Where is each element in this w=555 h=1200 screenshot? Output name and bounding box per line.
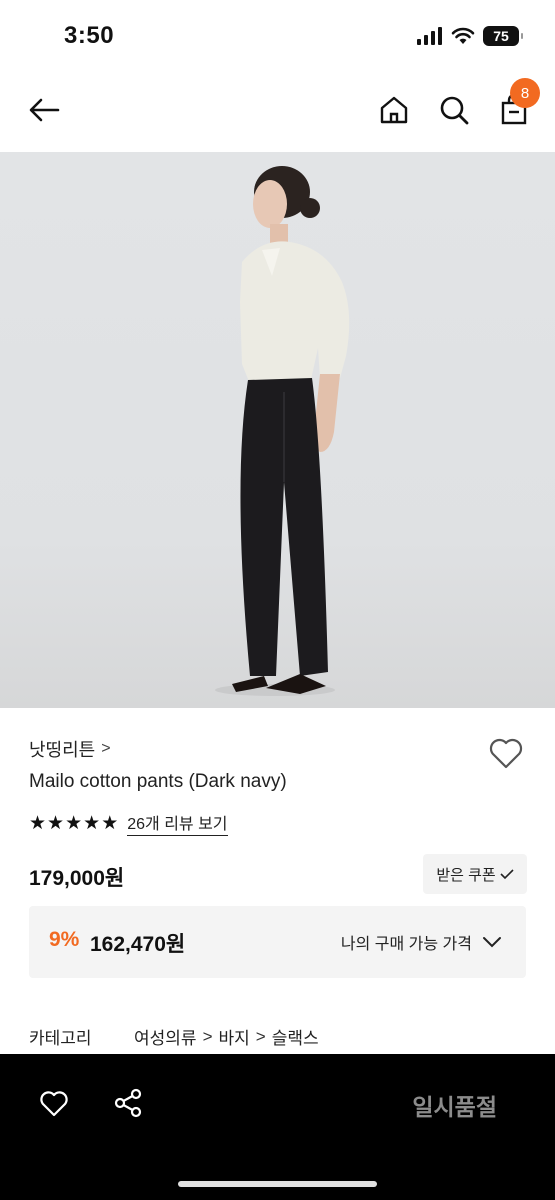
star-icon: ★ <box>29 812 47 834</box>
category-breadcrumb: 여성의류 > 바지 > 슬랙스 <box>134 1024 319 1049</box>
chevron-right-icon: > <box>202 1026 213 1046</box>
review-link[interactable]: 26개 리뷰 보기 <box>127 810 228 836</box>
chevron-right-icon: > <box>255 1026 266 1046</box>
rating-row: ★ ★ ★ ★ ★ 26개 리뷰 보기 <box>29 810 228 836</box>
star-icon: ★ <box>47 812 65 834</box>
brand-name: 낫띵리튼 <box>29 740 96 760</box>
price-original: 179,000원 <box>29 867 125 890</box>
heart-icon[interactable] <box>487 734 525 772</box>
star-icon: ★ <box>83 812 101 834</box>
product-name: Mailo cotton pants (Dark navy) <box>29 771 287 792</box>
status-time: 3:50 <box>64 22 115 49</box>
discount-price-box[interactable]: 9% 162,470원 나의 구매 가능 가격 <box>29 906 526 978</box>
bottom-action-bar: 일시품절 <box>0 1054 555 1200</box>
chevron-down-icon <box>483 937 501 948</box>
battery-icon: 75 <box>483 26 523 46</box>
category-label: 카테고리 <box>29 1029 92 1048</box>
soldout-button[interactable]: 일시품절 <box>412 1088 497 1122</box>
product-image[interactable] <box>0 152 555 708</box>
brand-link[interactable]: 낫띵리튼 > <box>29 736 111 762</box>
wifi-icon <box>451 27 475 44</box>
model-figure <box>215 166 350 696</box>
check-icon <box>500 869 514 880</box>
coupon-button[interactable]: 받은 쿠폰 <box>423 854 527 894</box>
discount-rate: 9% <box>49 928 80 951</box>
my-price-toggle[interactable]: 나의 구매 가능 가격 <box>341 930 502 954</box>
nav-bar <box>0 72 555 150</box>
star-icon: ★ <box>65 812 83 834</box>
status-icons: 75 <box>417 26 523 46</box>
search-icon[interactable] <box>436 92 472 128</box>
my-price-label: 나의 구매 가능 가격 <box>340 936 472 953</box>
coupon-label: 받은 쿠폰 <box>436 866 496 884</box>
category-item[interactable]: 여성의류 <box>134 1024 197 1049</box>
chevron-right-icon: > <box>101 740 111 757</box>
signal-icon <box>417 27 442 45</box>
wishlist-heart-icon[interactable] <box>38 1087 70 1119</box>
category-item[interactable]: 바지 <box>219 1024 250 1049</box>
category-item[interactable]: 슬랙스 <box>272 1024 319 1049</box>
star-icon: ★ <box>101 812 119 834</box>
cart-count-badge: 8 <box>510 78 540 108</box>
home-indicator <box>178 1181 377 1187</box>
home-icon[interactable] <box>376 92 412 128</box>
discount-price: 162,470원 <box>90 933 186 956</box>
status-bar: 3:50 75 <box>0 0 555 70</box>
back-arrow-icon[interactable] <box>26 92 62 128</box>
category-row: 카테고리 여성의류 > 바지 > 슬랙스 <box>29 1024 319 1049</box>
share-icon[interactable] <box>112 1087 144 1119</box>
